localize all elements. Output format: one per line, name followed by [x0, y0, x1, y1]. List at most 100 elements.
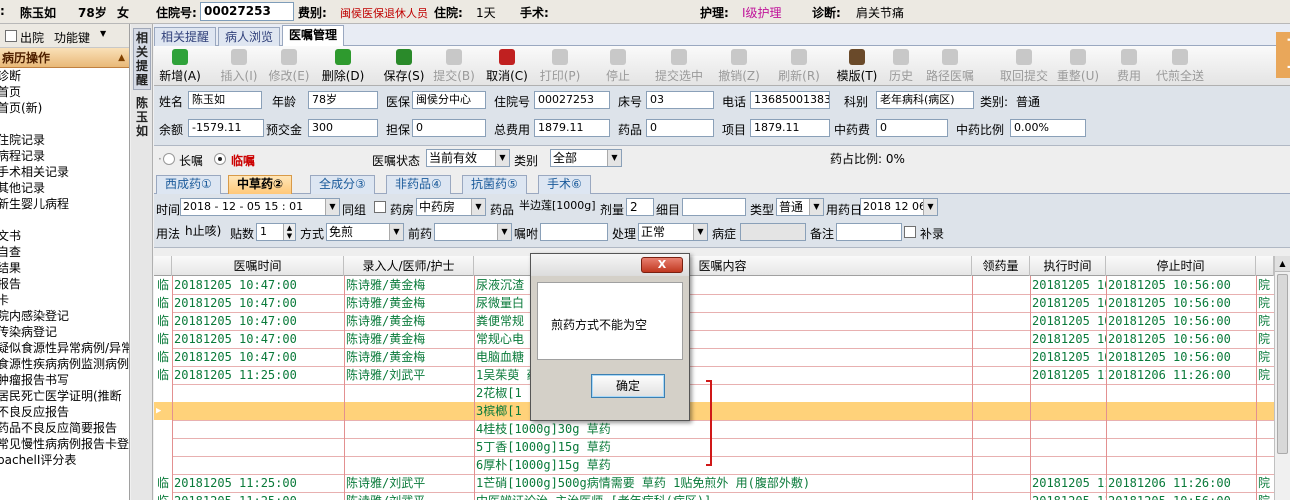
method-select[interactable]: 免煎 ▼	[326, 223, 404, 241]
col-dispense-qty[interactable]: 领药量	[972, 256, 1030, 276]
toolbar-button-16[interactable]: 重整(U)	[1054, 48, 1102, 84]
col-stop-time[interactable]: 停止时间	[1106, 256, 1256, 276]
usage-input[interactable]: h止咳)	[182, 223, 228, 241]
emr-menu-item[interactable]: 肿瘤报告书写	[0, 372, 129, 388]
dialog-titlebar[interactable]: X	[531, 254, 689, 276]
drug-name-input[interactable]: 半边莲[1000g]	[516, 198, 598, 216]
toolbar-button-18[interactable]: 代煎全送	[1152, 48, 1208, 84]
toolbar-button-7[interactable]: 打印(P)	[536, 48, 584, 84]
subtab-western[interactable]: 西成药①	[156, 175, 221, 194]
emr-menu-item[interactable]: 居民死亡医学证明(推断	[0, 388, 129, 404]
subtab-full-component[interactable]: 全成分③	[310, 175, 375, 194]
toolbar-button-12[interactable]: 模版(T)	[834, 48, 880, 84]
time-picker[interactable]: 2018 - 12 - 05 15 : 01 ▼	[180, 198, 340, 216]
emr-menu-item[interactable]: 首页	[0, 84, 129, 100]
emr-menu-item[interactable]: 住院记录	[0, 132, 129, 148]
emr-menu-item[interactable]: 不良反应报告	[0, 404, 129, 420]
emr-menu-item[interactable]: 自查	[0, 244, 129, 260]
toolbar-button-8[interactable]: 停止	[600, 48, 636, 84]
order-status-select[interactable]: 当前有效 ▼	[426, 149, 510, 167]
discharged-checkbox[interactable]	[5, 30, 17, 42]
tab-reminders[interactable]: 相关提醒	[154, 27, 217, 46]
toolbar-button-15[interactable]: 取回提交	[994, 48, 1054, 84]
dialog-ok-button[interactable]: 确定	[591, 374, 665, 398]
toolbar-button-0[interactable]: 新增(A)	[156, 48, 204, 84]
toolbar-button-6[interactable]: 取消(C)	[484, 48, 530, 84]
col-exec-time[interactable]: 执行时间	[1030, 256, 1106, 276]
instruction-input[interactable]	[540, 223, 608, 241]
order-entry-form: 时间 2018 - 12 - 05 15 : 01 ▼ 同组 药房 中药房 ▼ 药品…	[154, 194, 1290, 248]
process-select[interactable]: 正常 ▼	[638, 223, 708, 241]
count-stepper[interactable]: 1 ▲ ▼	[256, 223, 296, 241]
emr-menu-item[interactable]: 传染病登记	[0, 324, 129, 340]
order-grid: 医嘱时间 录入人/医师/护士 医嘱内容 领药量 执行时间 停止时间 临 20181…	[154, 256, 1290, 500]
pre-drug-select[interactable]: ▼	[434, 223, 512, 241]
emr-menu-item[interactable]: pachelI评分表	[0, 452, 129, 468]
subtab-surgery[interactable]: 手术⑥	[538, 175, 591, 194]
toolbar-button-4[interactable]: 保存(S)	[382, 48, 426, 84]
dose-input[interactable]: 2	[626, 198, 654, 216]
emr-menu-item[interactable]: 常见慢性病病例报告卡登	[0, 436, 129, 452]
emr-menu-item[interactable]: 药品不良反应简要报告	[0, 420, 129, 436]
group-checkbox[interactable]	[374, 201, 386, 213]
toolbar-button-3[interactable]: 删除(D)	[314, 48, 372, 84]
toolbar-button-10[interactable]: 撤销(Z)	[714, 48, 764, 84]
toolbar-icon	[1172, 49, 1188, 65]
toolbar-button-1[interactable]: 插入(I)	[216, 48, 262, 84]
emr-menu-item[interactable]: 文书	[0, 228, 129, 244]
cell-stop: 20181205 10:56:00	[1108, 296, 1231, 310]
order-type-select[interactable]: 普通 ▼	[776, 198, 824, 216]
toolbar-button-9[interactable]: 提交选中	[652, 48, 706, 84]
cell-exec: 20181205 10:56:00	[1032, 332, 1106, 346]
subtab-herbal[interactable]: 中草药②	[228, 175, 293, 194]
emr-menu-item[interactable]: 病程记录	[0, 148, 129, 164]
tab-order-management[interactable]: 医嘱管理	[282, 25, 345, 47]
toolbar-label: 新增(A)	[159, 69, 201, 83]
emr-menu-item[interactable]: 新生婴儿病程	[0, 196, 129, 212]
insurance-field: 闽侯分中心	[412, 91, 486, 109]
col-recorder[interactable]: 录入人/医师/护士	[344, 256, 474, 276]
emr-menu-item[interactable]: 诊断	[0, 68, 129, 84]
dialog-close-button[interactable]: X	[641, 257, 683, 273]
type-select[interactable]: 全部 ▼	[550, 149, 622, 167]
toolbar-button-5[interactable]: 提交(B)	[432, 48, 476, 84]
tab-patient-browse[interactable]: 病人浏览	[218, 27, 281, 46]
emr-menu-item[interactable]: 食源性疾病病例监测病例	[0, 356, 129, 372]
toolbar-button-14[interactable]: 路径医嘱	[920, 48, 980, 84]
pharmacy-select[interactable]: 中药房 ▼	[416, 198, 486, 216]
med-date-picker[interactable]: 2018 12 06 ▼	[860, 198, 938, 216]
subtab-antibiotic[interactable]: 抗菌药⑤	[462, 175, 527, 194]
emr-menu-item[interactable]: 首页(新)	[0, 100, 129, 116]
disease-input[interactable]	[740, 223, 806, 241]
emr-menu-item[interactable]: 结果	[0, 260, 129, 276]
collapse-icon[interactable]: ▲	[118, 48, 125, 68]
subtab-non-drug[interactable]: 非药品④	[386, 175, 451, 194]
vtab-patient-name[interactable]: 陈玉如	[133, 96, 151, 138]
supplement-checkbox[interactable]	[904, 226, 916, 238]
toolbar-button-17[interactable]: 费用	[1112, 48, 1146, 84]
emr-operation-title: 病历操作	[2, 51, 51, 65]
emr-menu-item[interactable]: 手术相关记录	[0, 164, 129, 180]
detail-input[interactable]	[682, 198, 746, 216]
note-input[interactable]	[836, 223, 902, 241]
emr-menu-item[interactable]: 报告	[0, 276, 129, 292]
temp-order-radio[interactable]	[214, 153, 226, 165]
cell-content: 5丁香[1000g]15g 草药	[476, 440, 611, 454]
toolbar-button-11[interactable]: 刷新(R)	[774, 48, 824, 84]
cell-time: 20181205 10:47:00	[174, 278, 297, 292]
vtab-reminders[interactable]: 相关提醒	[133, 28, 151, 90]
drug-ratio-text: 药占比例: 0%	[830, 152, 905, 166]
toolbar-button-13[interactable]: 历史	[884, 48, 918, 84]
chevron-down-icon[interactable]: ▼	[100, 29, 106, 38]
emr-menu-item[interactable]: 疑似食源性异常病例/异常	[0, 340, 129, 356]
cell-content: 中医辨证论治 主治医师 [老年病科(病区)]	[476, 492, 972, 500]
long-order-radio[interactable]	[163, 153, 175, 165]
col-order-time[interactable]: 医嘱时间	[172, 256, 344, 276]
emr-menu-item[interactable]: 其他记录	[0, 180, 129, 196]
toolbar-button-2[interactable]: 修改(E)	[266, 48, 312, 84]
function-key-menu[interactable]: 功能键	[54, 29, 90, 46]
cell-who	[346, 420, 474, 438]
emr-menu-item[interactable]: 卡	[0, 292, 129, 308]
grid-scrollbar[interactable]: ▲	[1274, 256, 1290, 500]
emr-menu-item[interactable]: 院内感染登记	[0, 308, 129, 324]
